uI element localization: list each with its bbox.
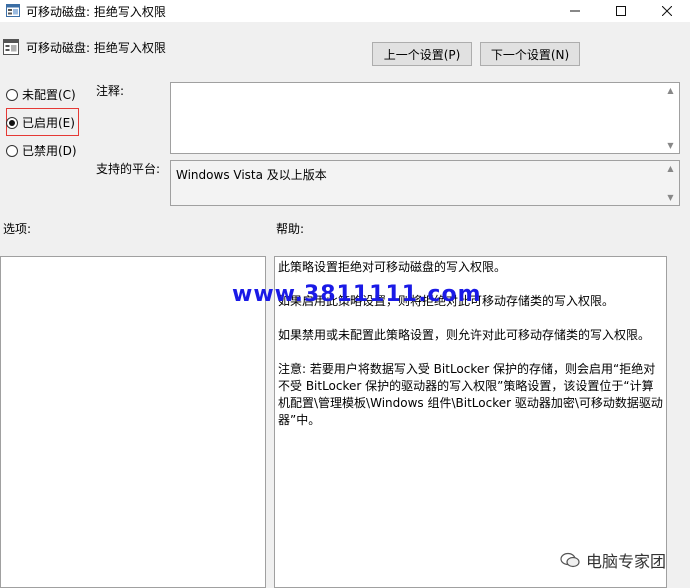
- platform-value: Windows Vista 及以上版本: [176, 168, 327, 182]
- radio-enabled[interactable]: 已启用(E): [6, 114, 75, 131]
- minimize-button[interactable]: [552, 0, 598, 22]
- radio-indicator[interactable]: [6, 144, 18, 157]
- maximize-icon: [616, 6, 626, 16]
- comment-label: 注释:: [96, 84, 125, 98]
- close-button[interactable]: [644, 0, 690, 22]
- title-bar: 可移动磁盘: 拒绝写入权限: [0, 0, 690, 22]
- help-label: 帮助:: [276, 222, 305, 236]
- scroll-up-icon[interactable]: ▲: [663, 86, 678, 95]
- next-setting-button[interactable]: 下一个设置(N): [480, 42, 580, 66]
- window-title: 可移动磁盘: 拒绝写入权限: [26, 5, 166, 19]
- options-label: 选项:: [3, 222, 32, 236]
- minimize-icon: [570, 10, 580, 12]
- options-panel: [0, 256, 266, 588]
- policy-app-icon: [6, 4, 20, 17]
- help-paragraph: 如果禁用或未配置此策略设置，则允许对此可移动存储类的写入权限。: [278, 328, 651, 342]
- scroll-down-icon[interactable]: ▼: [663, 141, 678, 150]
- radio-label: 未配置(C): [22, 88, 76, 102]
- radio-indicator[interactable]: [6, 116, 18, 129]
- comment-textarea[interactable]: ▲ ▼: [170, 82, 680, 154]
- radio-label: 已禁用(D): [22, 144, 77, 158]
- help-paragraph: 注意: 若要用户将数据写入受 BitLocker 保护的存储，则会启用“拒绝对不…: [278, 362, 663, 427]
- radio-indicator[interactable]: [6, 88, 18, 101]
- platform-scrollbar[interactable]: ▲ ▼: [663, 162, 678, 204]
- watermark-text: www.3811111.com: [232, 282, 482, 307]
- radio-disabled[interactable]: 已禁用(D): [6, 142, 77, 159]
- comment-scrollbar[interactable]: ▲ ▼: [663, 84, 678, 152]
- previous-setting-button[interactable]: 上一个设置(P): [372, 42, 472, 66]
- radio-label: 已启用(E): [22, 116, 75, 130]
- maximize-button[interactable]: [598, 0, 644, 22]
- brand-text: 电脑专家团: [586, 552, 667, 571]
- policy-icon: [3, 39, 19, 55]
- platform-label: 支持的平台:: [96, 162, 161, 176]
- wechat-icon: [560, 552, 580, 568]
- scroll-up-icon[interactable]: ▲: [663, 164, 678, 173]
- brand-watermark: 电脑专家团: [560, 548, 666, 572]
- radio-not-configured[interactable]: 未配置(C): [6, 86, 76, 103]
- platform-field: Windows Vista 及以上版本 ▲ ▼: [170, 160, 680, 206]
- scroll-down-icon[interactable]: ▼: [663, 193, 678, 202]
- close-icon: [662, 6, 672, 16]
- help-paragraph: 此策略设置拒绝对可移动磁盘的写入权限。: [278, 260, 507, 274]
- policy-title: 可移动磁盘: 拒绝写入权限: [26, 41, 166, 55]
